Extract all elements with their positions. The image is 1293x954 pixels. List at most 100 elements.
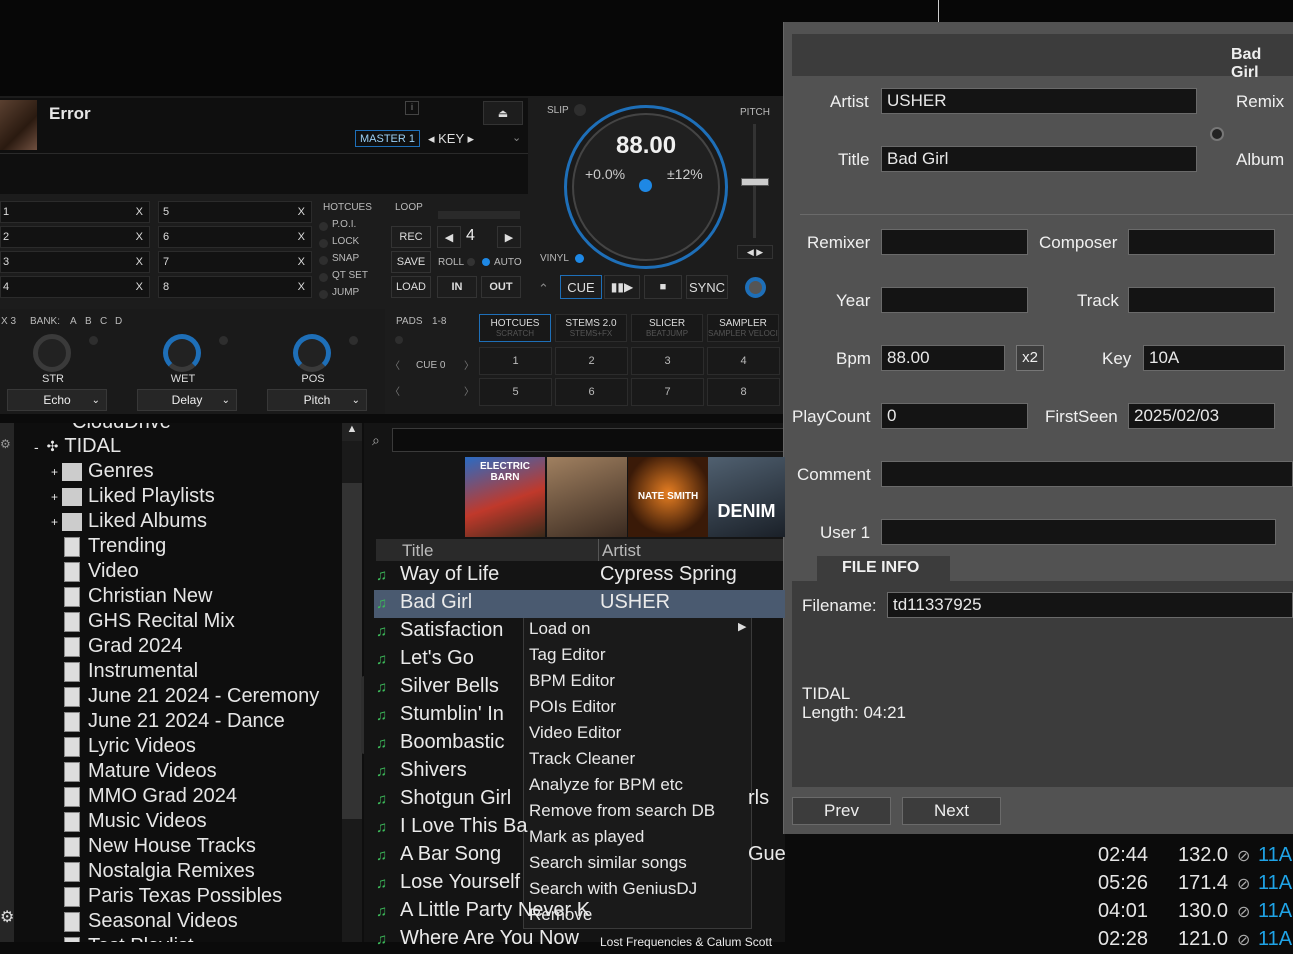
tree-playlist-item[interactable]: Christian New <box>64 585 212 608</box>
tree-folder-item[interactable]: + Liked Albums <box>51 510 207 533</box>
pads-next2-icon[interactable]: 〉 <box>464 383 474 398</box>
file-info-tab[interactable]: FILE INFO <box>817 556 950 582</box>
fx-select[interactable]: Echo ⌄ <box>7 389 107 411</box>
cue-slot[interactable]: 3X <box>0 251 150 273</box>
fx-select[interactable]: Pitch ⌄ <box>267 389 367 411</box>
stop-button[interactable]: ■ <box>644 275 682 299</box>
tree-folder-item[interactable]: + Genres <box>51 460 154 483</box>
cue-delete-icon[interactable]: X <box>298 256 305 268</box>
context-menu-item[interactable]: Video Editor <box>529 723 621 743</box>
option-dot[interactable] <box>319 256 328 265</box>
pad-tab[interactable]: HOTCUES SCRATCH <box>479 314 551 342</box>
album-art[interactable] <box>547 457 627 537</box>
tree-playlist-item[interactable]: Paris Texas Possibles <box>64 885 282 908</box>
fx-knob[interactable] <box>33 334 71 372</box>
option-dot[interactable] <box>319 273 328 282</box>
tree-playlist-item[interactable]: June 21 2024 - Ceremony <box>64 685 319 708</box>
pads-prev2-icon[interactable]: 〈 <box>390 383 400 398</box>
hotcue-option[interactable]: QT SET <box>332 270 368 281</box>
x2-button[interactable]: x2 <box>1016 345 1044 371</box>
year-field[interactable] <box>881 287 1028 313</box>
context-menu-item[interactable]: BPM Editor <box>529 671 615 691</box>
cue-slot[interactable]: 8X <box>158 276 312 298</box>
tree-playlist-item[interactable]: Video <box>64 560 139 583</box>
pad-tab[interactable]: STEMS 2.0 STEMS+FX <box>555 314 627 342</box>
option-dot[interactable] <box>319 290 328 299</box>
header-artist[interactable]: Artist <box>602 541 641 561</box>
hotcue-option[interactable]: SNAP <box>332 253 359 264</box>
loop-increase-button[interactable]: ▶ <box>497 226 521 248</box>
sync-button[interactable]: SYNC <box>686 275 728 299</box>
table-row[interactable]: ♫ Bad Girl USHER <box>374 590 785 618</box>
context-menu-item[interactable]: Remove from search DB <box>529 801 715 821</box>
table-row[interactable]: ♫ Where Are You Now Lost Frequencies & Cal… <box>374 926 785 954</box>
chevron-down-icon[interactable]: ⌄ <box>512 131 521 144</box>
cue-delete-icon[interactable]: X <box>298 281 305 293</box>
pad-button[interactable]: 4 <box>707 347 780 375</box>
rec-button[interactable]: REC <box>391 226 431 248</box>
tree-playlist-item[interactable]: Trending <box>64 535 166 558</box>
fx-knob[interactable] <box>293 334 331 372</box>
tree-playlist-item[interactable]: MMO Grad 2024 <box>64 785 237 808</box>
artist-field[interactable]: USHER <box>881 88 1197 114</box>
cue-delete-icon[interactable]: X <box>136 231 143 243</box>
comment-field[interactable] <box>881 461 1293 487</box>
option-dot[interactable] <box>319 239 328 248</box>
cue-delete-icon[interactable]: X <box>136 206 143 218</box>
composer-field[interactable] <box>1128 229 1275 255</box>
fx-select[interactable]: Delay ⌄ <box>137 389 237 411</box>
roll-dot[interactable] <box>467 258 475 266</box>
album-art[interactable]: DENIM <box>708 457 785 537</box>
table-row[interactable]: ♫ Way of Life Cypress Spring <box>374 562 785 590</box>
cue-slot[interactable]: 4X <box>0 276 150 298</box>
play-pause-button[interactable]: ▮▮▶ <box>604 275 640 299</box>
bank-c[interactable]: C <box>100 316 107 327</box>
pad-button[interactable]: 2 <box>555 347 628 375</box>
expand-icon[interactable]: + <box>51 490 58 504</box>
cue-slot[interactable]: 5X <box>158 201 312 223</box>
key-field[interactable]: 10A <box>1143 345 1285 371</box>
track-field[interactable] <box>1128 287 1275 313</box>
hotcue-option[interactable]: LOCK <box>332 236 359 247</box>
search-input[interactable] <box>392 428 785 452</box>
pad-button[interactable]: 8 <box>707 378 780 406</box>
tree-playlist-item[interactable]: Grad 2024 <box>64 635 183 658</box>
user1-field[interactable] <box>881 519 1276 545</box>
option-dot[interactable] <box>319 222 328 231</box>
album-art[interactable]: NATE SMITH <box>628 457 708 537</box>
bank-a[interactable]: A <box>70 316 77 327</box>
fx-knob[interactable] <box>163 334 201 372</box>
fx-dot[interactable] <box>89 336 98 345</box>
tree-playlist-item[interactable]: June 21 2024 - Dance <box>64 710 285 733</box>
cue-button[interactable]: CUE <box>560 275 602 299</box>
eject-button[interactable]: ⏏ <box>483 101 523 125</box>
cue-delete-icon[interactable]: X <box>136 281 143 293</box>
expand-icon[interactable]: + <box>51 515 58 529</box>
bank-d[interactable]: D <box>115 316 122 327</box>
cue-delete-icon[interactable]: X <box>136 256 143 268</box>
chevron-up-icon[interactable]: ⌃ <box>538 281 549 297</box>
pad-tab[interactable]: SAMPLERSAMPLER VELOCITY <box>707 314 779 342</box>
bpm-field[interactable]: 88.00 <box>881 345 1005 371</box>
info-icon[interactable]: i <box>405 101 419 115</box>
title-field[interactable]: Bad Girl <box>881 146 1197 172</box>
firstseen-field[interactable]: 2025/02/03 <box>1128 403 1275 429</box>
fx-dot[interactable] <box>349 336 358 345</box>
hotcue-option[interactable]: P.O.I. <box>332 219 356 230</box>
master-badge[interactable]: MASTER 1 <box>355 130 420 147</box>
pad-button[interactable]: 7 <box>631 378 704 406</box>
context-menu-item[interactable]: POIs Editor <box>529 697 616 717</box>
context-menu-item[interactable]: Remove <box>529 905 592 925</box>
tree-playlist-item[interactable]: Seasonal Videos <box>64 910 238 933</box>
tree-playlist-item[interactable]: Instrumental <box>64 660 198 683</box>
gear-icon[interactable]: ⚙ <box>0 907 14 927</box>
pads-next-icon[interactable]: 〉 <box>464 357 474 372</box>
vinyl-toggle[interactable] <box>575 254 584 263</box>
cue-slot[interactable]: 7X <box>158 251 312 273</box>
tree-folder-item[interactable]: + Liked Playlists <box>51 485 215 508</box>
tree-playlist-item[interactable]: Nostalgia Remixes <box>64 860 255 883</box>
tree-playlist-item[interactable]: GHS Recital Mix <box>64 610 235 633</box>
pads-dot[interactable] <box>395 336 403 344</box>
pads-prev-icon[interactable]: 〈 <box>390 357 400 372</box>
tree-item-tidal[interactable]: - ✣ TIDAL <box>34 435 121 458</box>
